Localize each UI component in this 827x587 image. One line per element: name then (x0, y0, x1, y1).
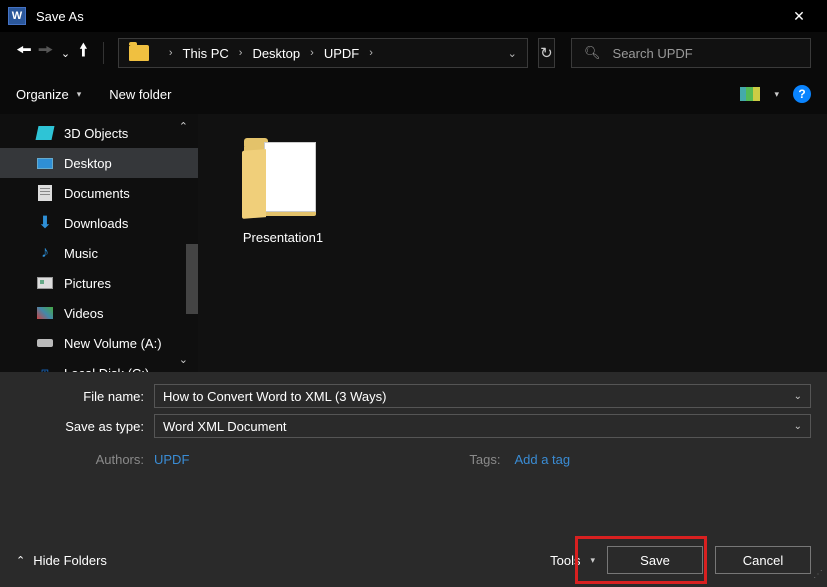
sidebar-item-pictures[interactable]: Pictures (0, 268, 198, 298)
sidebar-label: Downloads (64, 216, 128, 231)
windows-drive-icon: ⊞ (36, 364, 54, 372)
help-icon[interactable]: ? (793, 85, 811, 103)
explorer-body: ⌃ 3D Objects Desktop Documents ⬇ Downloa… (0, 114, 827, 372)
scroll-down-button[interactable]: ⌄ (179, 353, 188, 366)
organize-menu[interactable]: Organize ▾ (16, 87, 81, 102)
sidebar-item-downloads[interactable]: ⬇ Downloads (0, 208, 198, 238)
download-icon: ⬇ (36, 214, 54, 232)
forward-button[interactable]: 🠚 (38, 42, 54, 64)
music-icon: ♪ (36, 244, 54, 262)
file-name-input[interactable]: How to Convert Word to XML (3 Ways) ⌄ (154, 384, 811, 408)
save-button[interactable]: Save (607, 546, 703, 574)
address-bar[interactable]: › This PC › Desktop › UPDF › ⌄ (118, 38, 528, 68)
save-type-label: Save as type: (0, 419, 154, 434)
new-folder-label: New folder (109, 87, 171, 102)
tools-menu[interactable]: Tools ▾ (550, 553, 595, 568)
view-dropdown[interactable]: ▾ (774, 89, 779, 100)
drive-icon (36, 334, 54, 352)
authors-label: Authors: (0, 452, 154, 467)
close-button[interactable]: ✕ (779, 2, 819, 30)
pictures-icon (36, 274, 54, 292)
organize-label: Organize (16, 87, 69, 102)
scroll-up-button[interactable]: ⌃ (179, 120, 188, 133)
desktop-icon (36, 154, 54, 172)
breadcrumb-root[interactable]: This PC (183, 46, 229, 61)
dialog-footer: ⌃ Hide Folders Tools ▾ Save Cancel (0, 533, 827, 587)
folder-icon (129, 45, 149, 61)
tags-value[interactable]: Add a tag (514, 452, 570, 467)
save-type-value: Word XML Document (163, 419, 287, 434)
chevron-down-icon[interactable]: ⌄ (794, 391, 802, 402)
title-bar: W Save As ✕ (0, 0, 827, 32)
sidebar-item-local-disk[interactable]: ⊞ Local Disk (C:) (0, 358, 198, 372)
recent-dropdown[interactable]: ⌄ (60, 42, 72, 64)
sidebar-label: Pictures (64, 276, 111, 291)
hide-folders-button[interactable]: ⌃ Hide Folders (16, 553, 107, 568)
word-app-icon: W (8, 7, 26, 25)
chevron-down-icon: ▾ (77, 89, 82, 100)
search-icon: 🔍︎ (584, 45, 601, 61)
folder-item-presentation1[interactable]: Presentation1 (228, 134, 338, 245)
chevron-right-icon[interactable]: › (169, 47, 173, 59)
search-placeholder: Search UPDF (613, 46, 693, 61)
breadcrumb-desktop[interactable]: Desktop (252, 46, 300, 61)
sidebar-label: New Volume (A:) (64, 336, 162, 351)
chevron-up-icon: ⌃ (16, 554, 25, 567)
chevron-right-icon[interactable]: › (369, 47, 373, 59)
cancel-button[interactable]: Cancel (715, 546, 811, 574)
sidebar-label: 3D Objects (64, 126, 128, 141)
resize-grip[interactable]: ⋰ (813, 573, 825, 585)
new-folder-button[interactable]: New folder (109, 87, 171, 102)
sidebar-item-3d-objects[interactable]: 3D Objects (0, 118, 198, 148)
folder-name: Presentation1 (243, 230, 323, 245)
sidebar-item-videos[interactable]: Videos (0, 298, 198, 328)
sidebar-label: Music (64, 246, 98, 261)
scrollbar[interactable] (186, 244, 198, 314)
breadcrumb-updf[interactable]: UPDF (324, 46, 359, 61)
chevron-down-icon[interactable]: ⌄ (794, 421, 802, 432)
address-dropdown[interactable]: ⌄ (508, 47, 517, 60)
save-type-select[interactable]: Word XML Document ⌄ (154, 414, 811, 438)
sidebar-item-desktop[interactable]: Desktop (0, 148, 198, 178)
sidebar-label: Local Disk (C:) (64, 366, 149, 373)
search-input[interactable]: 🔍︎ Search UPDF (571, 38, 811, 68)
hide-folders-label: Hide Folders (33, 553, 107, 568)
save-label: Save (640, 553, 670, 568)
file-list[interactable]: Presentation1 (198, 114, 827, 372)
cube-icon (36, 124, 54, 142)
sidebar-item-music[interactable]: ♪ Music (0, 238, 198, 268)
navigation-bar: 🠘 🠚 ⌄ 🠙 › This PC › Desktop › UPDF › ⌄ ↻… (0, 32, 827, 74)
refresh-button[interactable]: ↻ (538, 38, 555, 68)
chevron-right-icon[interactable]: › (239, 47, 243, 59)
tags-label: Tags: (469, 452, 500, 467)
authors-value[interactable]: UPDF (154, 452, 189, 467)
separator (103, 42, 104, 64)
window-title: Save As (36, 9, 84, 24)
sidebar-item-documents[interactable]: Documents (0, 178, 198, 208)
folder-icon (238, 134, 328, 224)
documents-icon (36, 184, 54, 202)
sidebar-label: Documents (64, 186, 130, 201)
back-button[interactable]: 🠘 (16, 42, 32, 64)
file-name-label: File name: (0, 389, 154, 404)
sidebar-label: Desktop (64, 156, 112, 171)
navigation-pane: ⌃ 3D Objects Desktop Documents ⬇ Downloa… (0, 114, 198, 372)
cancel-label: Cancel (743, 553, 783, 568)
sidebar-item-new-volume[interactable]: New Volume (A:) (0, 328, 198, 358)
view-options-icon[interactable] (740, 87, 760, 101)
chevron-right-icon[interactable]: › (310, 47, 314, 59)
tools-label: Tools (550, 553, 580, 568)
sidebar-label: Videos (64, 306, 104, 321)
command-bar: Organize ▾ New folder ▾ ? (0, 74, 827, 114)
videos-icon (36, 304, 54, 322)
chevron-down-icon: ▾ (590, 555, 595, 566)
file-name-value: How to Convert Word to XML (3 Ways) (163, 389, 386, 404)
up-button[interactable]: 🠙 (77, 42, 89, 64)
